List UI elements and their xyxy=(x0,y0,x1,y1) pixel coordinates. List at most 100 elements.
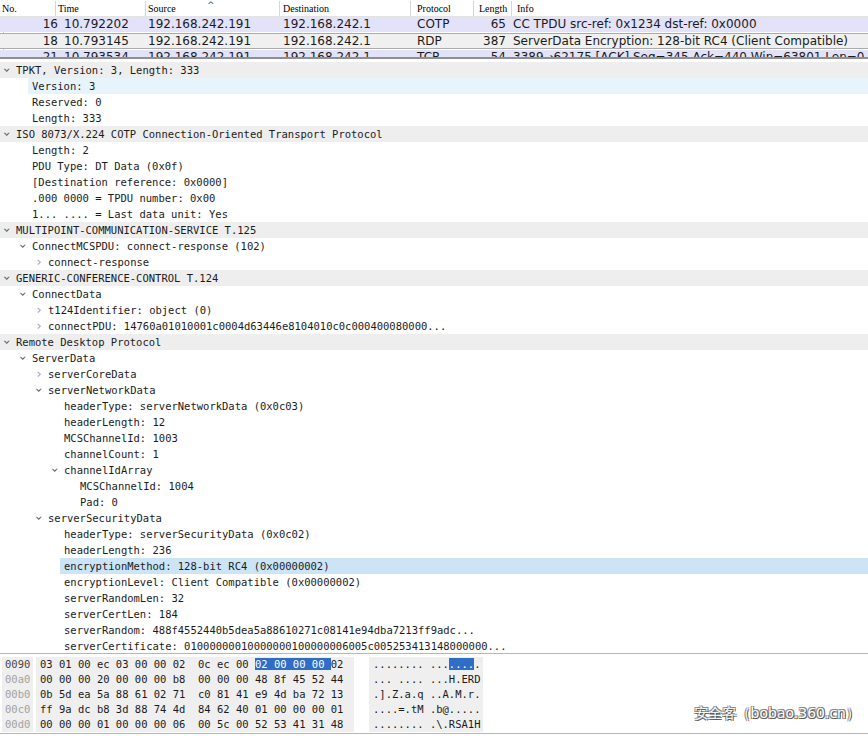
column-header-destination[interactable]: Destination xyxy=(283,3,329,14)
tree-row[interactable]: Length: 333 xyxy=(0,110,868,126)
chevron-expanded-icon[interactable]: › xyxy=(47,465,63,475)
column-header-no[interactable]: No. xyxy=(2,3,17,14)
packet-list-header[interactable]: No. Time Source Destination Protocol Length In… xyxy=(0,0,868,17)
tree-row[interactable]: MCSChannelId: 1004 xyxy=(0,478,868,494)
tree-row[interactable]: ›serverSecurityData xyxy=(0,510,868,526)
chevron-expanded-icon[interactable]: › xyxy=(0,337,15,347)
hex-row-0090[interactable]: 009003 01 00 ec 03 00 00 02 0c ec 00 02 … xyxy=(0,657,868,672)
column-header-time[interactable]: Time xyxy=(58,3,79,14)
packet-row-18[interactable]: 1810.793145192.168.242.191192.168.242.1R… xyxy=(0,33,868,49)
tree-row[interactable]: serverCertLen: 184 xyxy=(0,606,868,622)
tree-row-label: serverSecurityData xyxy=(48,510,162,526)
column-header-source[interactable]: Source xyxy=(148,3,176,14)
pane-splitter-top[interactable] xyxy=(0,57,868,59)
tree-row-label: Remote Desktop Protocol xyxy=(16,334,161,350)
tree-row-label: encryptionMethod: 128-bit RC4 (0x0000000… xyxy=(64,558,330,574)
chevron-expanded-icon[interactable]: › xyxy=(0,273,15,283)
chevron-collapsed-icon[interactable]: › xyxy=(34,318,44,334)
chevron-collapsed-icon[interactable]: › xyxy=(34,302,44,318)
chevron-expanded-icon[interactable]: › xyxy=(15,353,31,363)
hex-ascii[interactable]: ....=.tM .b@..... xyxy=(373,702,480,717)
tree-row[interactable]: channelCount: 1 xyxy=(0,446,868,462)
tree-row-label: TPKT, Version: 3, Length: 333 xyxy=(16,62,199,78)
tree-row[interactable]: ›connectPDU: 14760a01010001c0004d63446e8… xyxy=(0,318,868,334)
cell-time: 10.793145 xyxy=(64,34,129,49)
tree-row-label: MULTIPOINT-COMMUNICATION-SERVICE T.125 xyxy=(16,222,256,238)
chevron-expanded-icon[interactable]: › xyxy=(15,289,31,299)
tree-row[interactable]: ›ConnectData xyxy=(0,286,868,302)
chevron-expanded-icon[interactable]: › xyxy=(0,129,15,139)
tree-row[interactable]: ›ISO 8073/X.224 COTP Connection-Oriented… xyxy=(0,126,868,142)
tree-row[interactable]: headerType: serverNetworkData (0x0c03) xyxy=(0,398,868,414)
tree-row[interactable]: ›serverCoreData xyxy=(0,366,868,382)
tree-row[interactable]: ›connect-response xyxy=(0,254,868,270)
packet-row-21[interactable]: 2110.793534192.168.242.191192.168.242.1T… xyxy=(0,50,868,57)
column-separator[interactable] xyxy=(511,1,512,16)
hex-ascii[interactable]: ... .... ...H.ERD xyxy=(373,672,480,687)
tree-row-label: headerLength: 12 xyxy=(64,414,165,430)
tree-row[interactable]: ›ServerData xyxy=(0,350,868,366)
tree-row[interactable]: serverRandom: 488f4552440b5dea5a88610271… xyxy=(0,622,868,638)
tree-row[interactable]: serverCertificate: 010000000100000001000… xyxy=(0,638,868,654)
tree-row[interactable]: ›TPKT, Version: 3, Length: 333 xyxy=(0,62,868,78)
chevron-collapsed-icon[interactable]: › xyxy=(34,254,44,270)
column-separator[interactable] xyxy=(55,1,56,16)
tree-row[interactable]: ›GENERIC-CONFERENCE-CONTROL T.124 xyxy=(0,270,868,286)
hex-ascii[interactable]: ........ ........ xyxy=(373,657,480,672)
packet-row-16[interactable]: 1610.792202192.168.242.191192.168.242.1C… xyxy=(0,17,868,32)
cell-info: ServerData Encryption: 128-bit RC4 (Clie… xyxy=(513,34,848,49)
chevron-collapsed-icon[interactable]: › xyxy=(34,366,44,382)
tree-row[interactable]: ›ConnectMCSPDU: connect-response (102) xyxy=(0,238,868,254)
column-separator[interactable] xyxy=(145,1,146,16)
column-header-info[interactable]: Info xyxy=(517,3,534,14)
hex-bytes[interactable]: 0b 5d ea 5a 88 61 02 71 c0 81 41 e9 4d b… xyxy=(40,687,343,702)
tree-row[interactable]: headerLength: 12 xyxy=(0,414,868,430)
tree-row-label: Length: 333 xyxy=(32,110,102,126)
tree-row[interactable]: Version: 3 xyxy=(0,78,868,94)
hex-row-00a0[interactable]: 00a0 00 00 00 20 00 00 00 b8 00 00 00 48 … xyxy=(0,672,868,687)
chevron-expanded-icon[interactable]: › xyxy=(0,65,15,75)
chevron-expanded-icon[interactable]: › xyxy=(0,225,15,235)
tree-row[interactable]: ›Remote Desktop Protocol xyxy=(0,334,868,350)
hex-bytes[interactable]: 03 01 00 ec 03 00 00 02 0c ec 00 02 00 0… xyxy=(40,657,343,672)
hex-ascii[interactable]: .].Z.a.q ..A.M.r. xyxy=(373,687,480,702)
chevron-expanded-icon[interactable]: › xyxy=(31,385,47,395)
tree-row[interactable]: encryptionLevel: Client Compatible (0x00… xyxy=(0,574,868,590)
hex-row-00b0[interactable]: 00b00b 5d ea 5a 88 61 02 71 c0 81 41 e9 … xyxy=(0,687,868,702)
chevron-expanded-icon[interactable]: › xyxy=(15,241,31,251)
tree-row[interactable]: [Destination reference: 0x0000] xyxy=(0,174,868,190)
hex-bytes[interactable]: 00 00 00 20 00 00 00 b8 00 00 00 48 8f 4… xyxy=(40,672,343,687)
tree-row[interactable]: headerType: serverSecurityData (0x0c02) xyxy=(0,526,868,542)
tree-row[interactable]: ›channelIdArray xyxy=(0,462,868,478)
hex-ascii[interactable]: ........ .\.RSA1H xyxy=(373,717,480,732)
tree-row-label: Version: 3 xyxy=(32,78,95,94)
tree-row[interactable]: serverRandomLen: 32 xyxy=(0,590,868,606)
tree-row[interactable]: PDU Type: DT Data (0x0f) xyxy=(0,158,868,174)
tree-row-label: [Destination reference: 0x0000] xyxy=(32,174,228,190)
hex-offset: 00c0 xyxy=(5,702,30,717)
tree-row[interactable]: ›MULTIPOINT-COMMUNICATION-SERVICE T.125 xyxy=(0,222,868,238)
tree-row[interactable]: ›t124Identifier: object (0) xyxy=(0,302,868,318)
tree-row[interactable]: MCSChannelId: 1003 xyxy=(0,430,868,446)
tree-row[interactable]: headerLength: 236 xyxy=(0,542,868,558)
tree-row[interactable]: Length: 2 xyxy=(0,142,868,158)
tree-row[interactable]: 1... .... = Last data unit: Yes xyxy=(0,206,868,222)
hex-offset: 00a0 xyxy=(5,672,30,687)
hex-bytes[interactable]: 00 00 00 01 00 00 00 06 00 5c 00 52 53 4… xyxy=(40,717,343,732)
tree-row[interactable]: encryptionMethod: 128-bit RC4 (0x0000000… xyxy=(0,558,868,574)
tree-row[interactable]: Pad: 0 xyxy=(0,494,868,510)
tree-row-label: ISO 8073/X.224 COTP Connection-Oriented … xyxy=(16,126,383,142)
hex-offset: 00d0 xyxy=(5,717,30,732)
chevron-expanded-icon[interactable]: › xyxy=(31,513,47,523)
column-separator[interactable] xyxy=(473,1,474,16)
column-header-protocol[interactable]: Protocol xyxy=(417,3,451,14)
column-separator[interactable] xyxy=(410,1,411,16)
pane-splitter-bottom[interactable] xyxy=(0,653,868,654)
tree-row[interactable]: ›serverNetworkData xyxy=(0,382,868,398)
column-separator[interactable] xyxy=(279,1,280,16)
tree-row[interactable]: .000 0000 = TPDU number: 0x00 xyxy=(0,190,868,206)
hex-bytes[interactable]: ff 9a dc b8 3d 88 74 4d 84 62 40 01 00 0… xyxy=(40,702,343,717)
packet-list: No. Time Source Destination Protocol Length In… xyxy=(0,0,868,57)
tree-row[interactable]: Reserved: 0 xyxy=(0,94,868,110)
column-header-length[interactable]: Length xyxy=(479,3,507,14)
